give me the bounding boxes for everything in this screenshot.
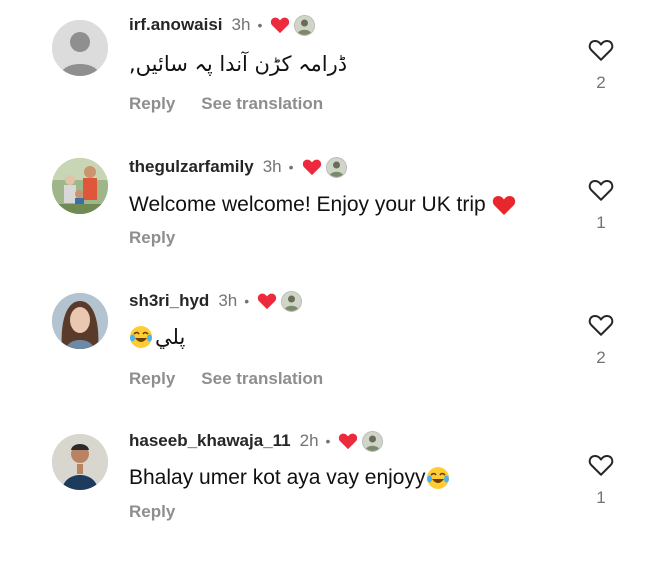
heart-outline-icon[interactable] xyxy=(588,178,614,207)
like-count: 2 xyxy=(596,348,606,367)
creator-liked-heart-icon xyxy=(257,292,277,310)
like-count: 1 xyxy=(596,213,606,232)
avatar[interactable] xyxy=(52,158,108,214)
creator-avatar-icon xyxy=(325,156,347,178)
avatar[interactable] xyxy=(52,20,108,76)
heart-outline-icon[interactable] xyxy=(588,38,614,67)
family-photo-avatar-icon xyxy=(52,158,108,214)
reply-button[interactable]: Reply xyxy=(129,228,175,248)
comment-username[interactable]: thegulzarfamily xyxy=(129,157,254,177)
heart-outline-icon[interactable] xyxy=(588,313,614,342)
comment-username[interactable]: sh3ri_hyd xyxy=(129,291,209,311)
comment-text: Welcome welcome! Enjoy your UK trip xyxy=(129,193,486,216)
reply-button[interactable]: Reply xyxy=(129,369,175,389)
separator-dot: • xyxy=(257,17,263,33)
separator-dot: • xyxy=(288,159,294,175)
comment-username[interactable]: irf.anowaisi xyxy=(129,15,223,35)
comment-time: 2h xyxy=(299,431,319,450)
comment-text: پلي xyxy=(155,325,186,349)
creator-liked-heart-icon xyxy=(338,432,358,450)
see-translation-button[interactable]: See translation xyxy=(201,94,323,114)
creator-liked-heart-icon xyxy=(270,16,290,34)
creator-avatar-icon xyxy=(362,430,384,452)
avatar[interactable] xyxy=(52,434,108,490)
comment-username[interactable]: haseeb_khawaja_11 xyxy=(129,431,291,451)
tears-of-joy-emoji xyxy=(129,325,153,349)
comment-text: Bhalay umer kot aya vay enjoyy xyxy=(129,466,426,489)
comment-time: 3h xyxy=(218,291,238,310)
red-heart-emoji xyxy=(492,194,516,216)
default-avatar-icon xyxy=(52,20,108,76)
heart-outline-icon[interactable] xyxy=(588,453,614,482)
like-count: 1 xyxy=(596,488,606,507)
creator-avatar-icon xyxy=(281,290,303,312)
portrait-avatar-icon xyxy=(52,293,108,349)
comment-time: 3h xyxy=(262,157,282,176)
separator-dot: • xyxy=(325,433,331,449)
reply-button[interactable]: Reply xyxy=(129,502,175,522)
tears-of-joy-emoji xyxy=(426,466,450,490)
separator-dot: • xyxy=(244,293,250,309)
reply-button[interactable]: Reply xyxy=(129,94,175,114)
creator-avatar-icon xyxy=(294,14,316,36)
portrait-avatar-icon xyxy=(52,434,108,490)
see-translation-button[interactable]: See translation xyxy=(201,369,323,389)
like-count: 2 xyxy=(596,73,606,92)
comment-text: ڈرامہ کڑن آندا پہ سائیں, xyxy=(129,52,348,76)
avatar[interactable] xyxy=(52,293,108,349)
creator-liked-heart-icon xyxy=(302,158,322,176)
comment-time: 3h xyxy=(231,15,251,34)
